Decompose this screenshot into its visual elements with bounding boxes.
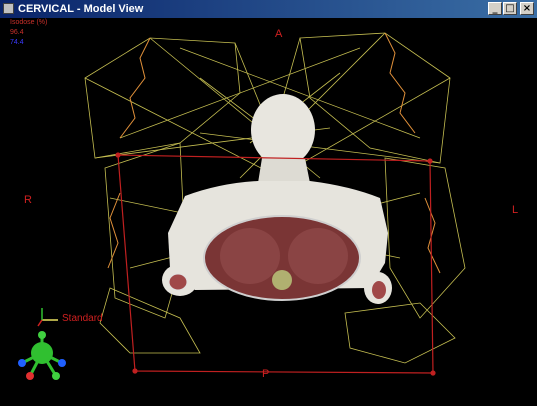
view-standard-label: Standard xyxy=(62,313,103,324)
orientation-sphere-icon xyxy=(18,331,66,380)
left-arm-section xyxy=(168,273,188,291)
minimize-button[interactable]: _ xyxy=(488,2,502,15)
beam-upper-left xyxy=(84,37,241,159)
right-arm-section xyxy=(372,281,386,299)
window-title: CERVICAL - Model View xyxy=(18,3,144,15)
orientation-right-label: R xyxy=(24,194,32,206)
app-icon[interactable] xyxy=(3,3,14,14)
scene-canvas xyxy=(18,32,466,380)
3d-viewport[interactable]: Isodose (%) 96.4 74.4 A P R L Standard xyxy=(0,18,537,406)
close-button[interactable]: × xyxy=(520,2,534,15)
orientation-left-label: L xyxy=(512,204,519,216)
isodose-legend-title: Isodose (%) xyxy=(10,19,48,26)
beam-right-side xyxy=(384,157,466,319)
neck xyxy=(258,158,310,183)
left-lung xyxy=(288,228,348,284)
head xyxy=(251,94,315,166)
maximize-button[interactable]: □ xyxy=(503,2,517,15)
isodose-value-high: 96.4 xyxy=(10,29,24,36)
model-view-window: CERVICAL - Model View _ □ × Isodose (%) … xyxy=(0,0,537,406)
spine xyxy=(272,270,292,290)
title-bar[interactable]: CERVICAL - Model View _ □ × xyxy=(0,0,537,18)
orientation-posterior-label: P xyxy=(262,368,270,380)
orientation-anterior-label: A xyxy=(275,28,283,40)
isodose-value-low: 74.4 xyxy=(10,39,24,46)
right-lung xyxy=(220,228,280,284)
axis-triad-icon xyxy=(37,308,58,327)
beam-lower-right xyxy=(344,302,456,364)
beam-upper-right xyxy=(299,32,451,164)
